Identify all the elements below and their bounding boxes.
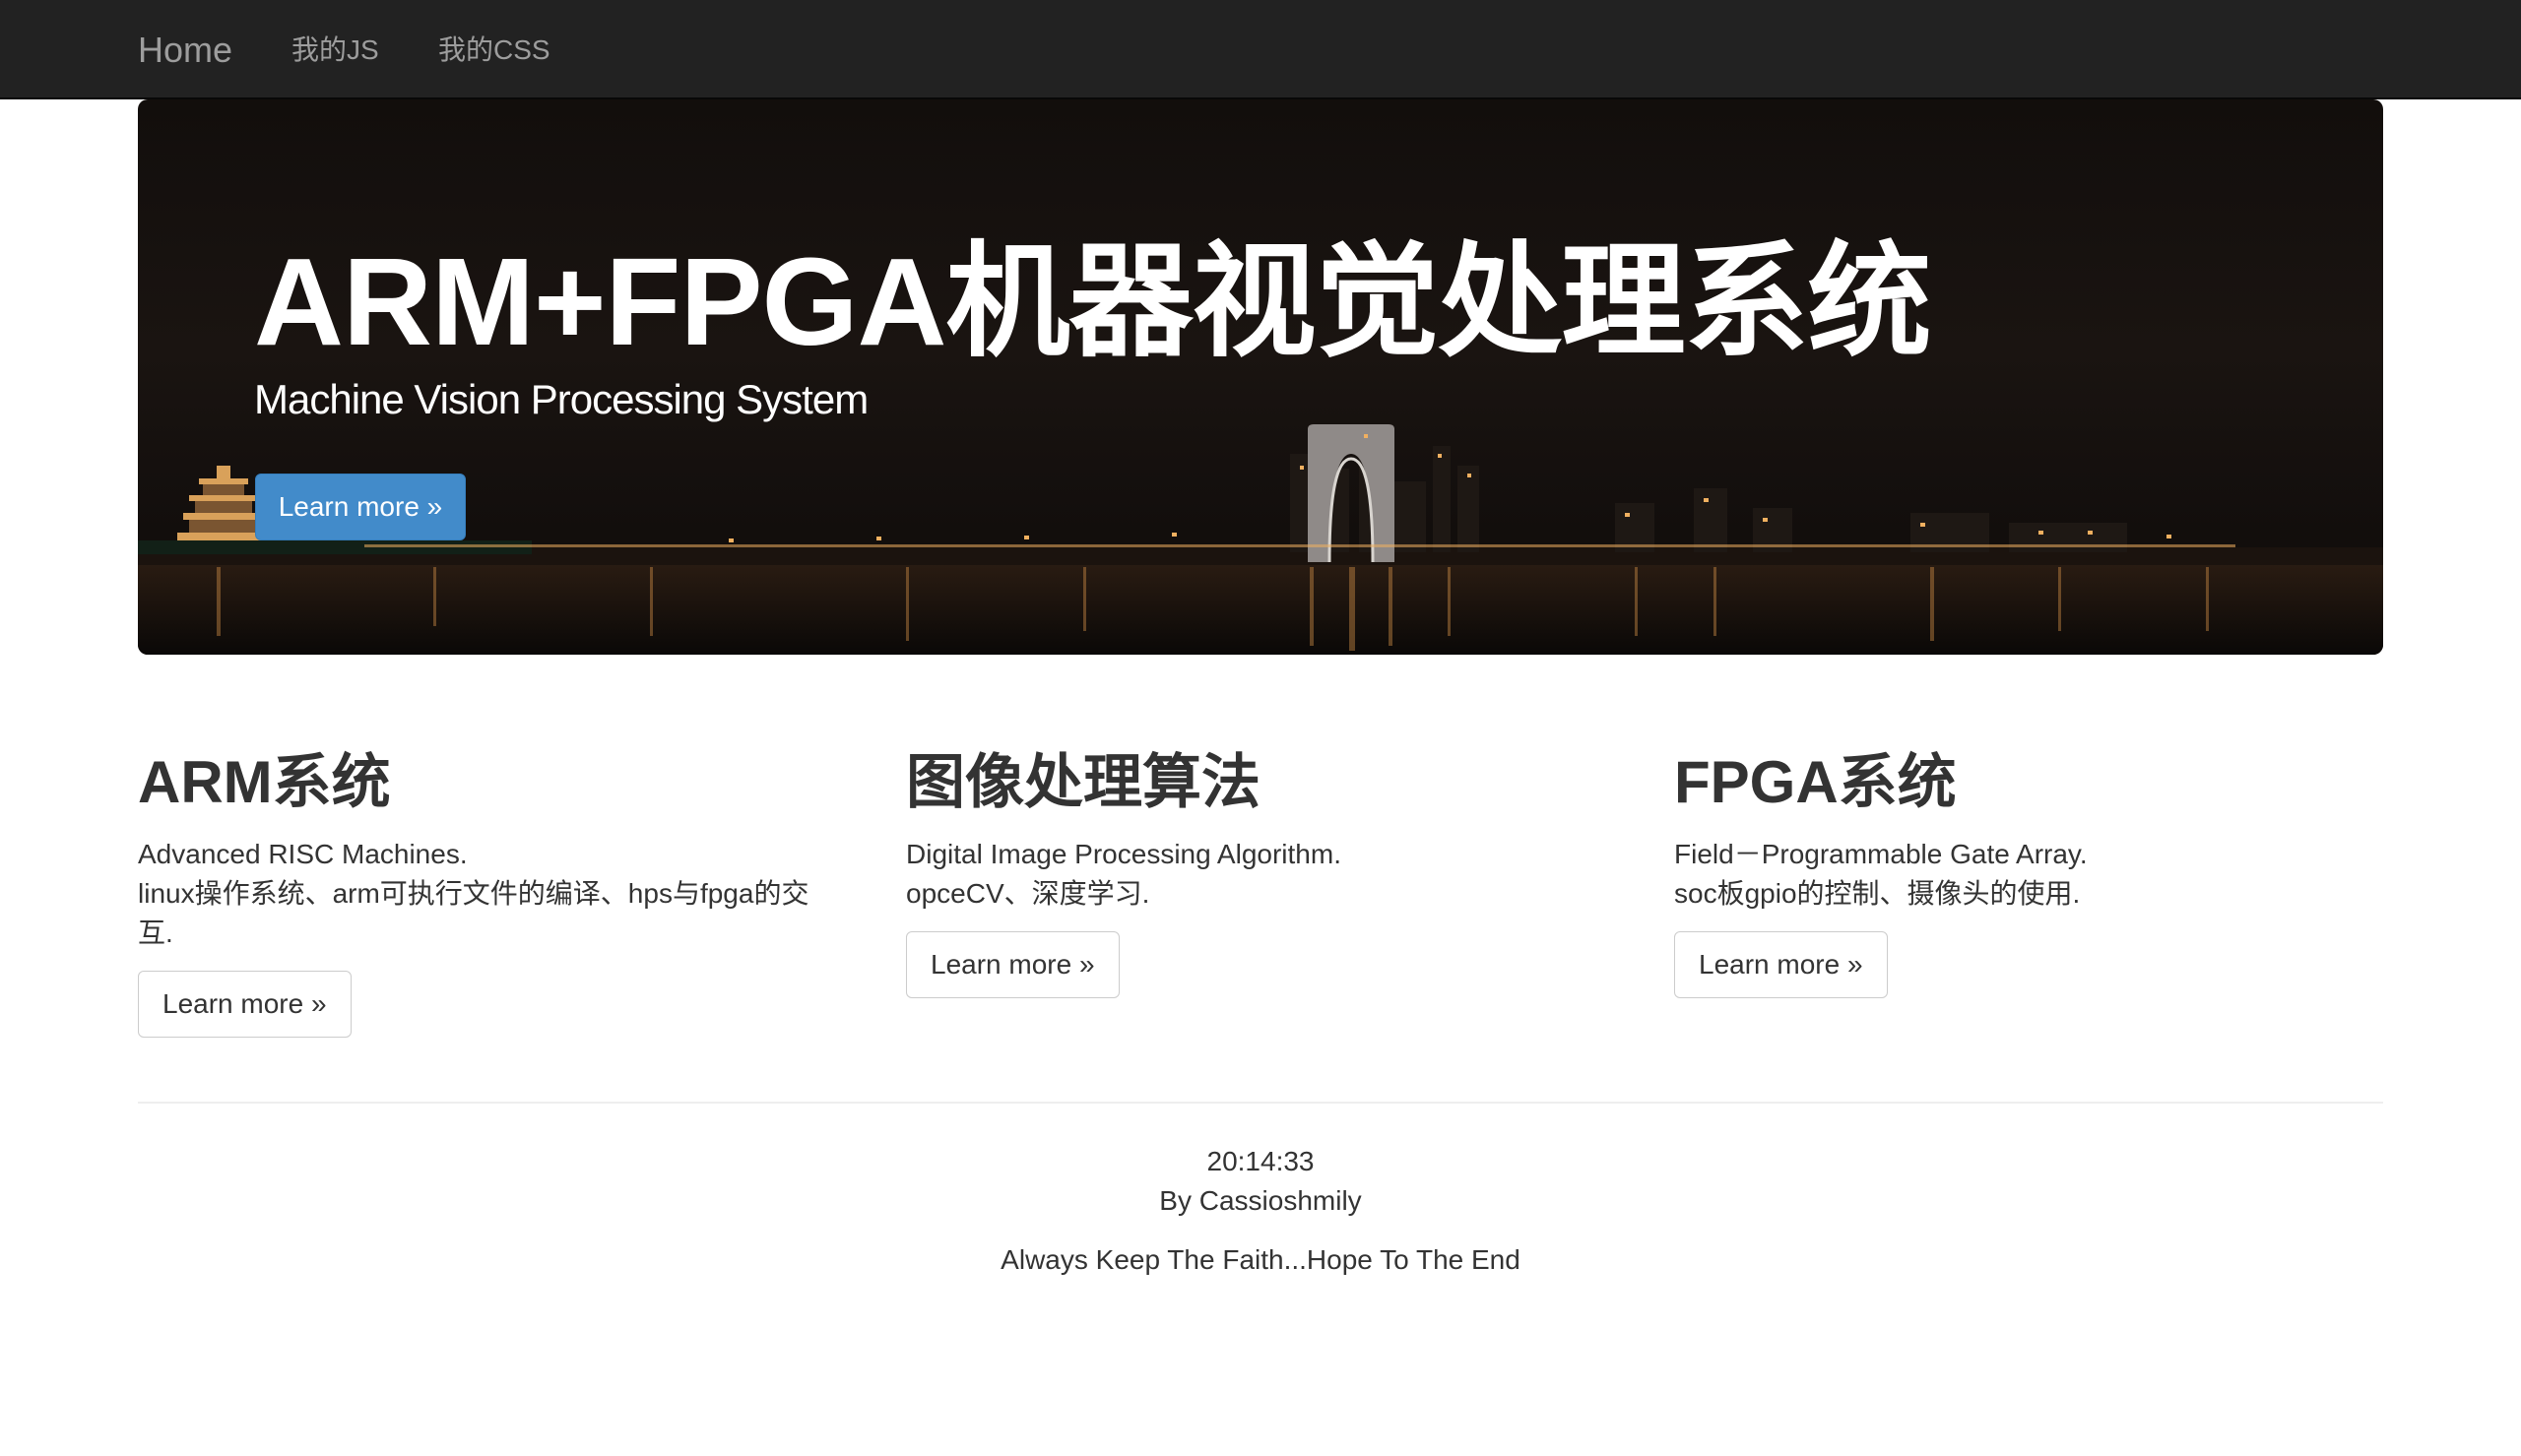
column-heading: FPGA系统 [1674,749,1957,815]
description-line: Field－Programmable Gate Array. [1674,839,2088,869]
column-heading: 图像处理算法 [906,749,1260,815]
description-line: linux操作系统、arm可执行文件的编译、hps与fpga的交互. [138,878,809,948]
description-line: soc板gpio的控制、摄像头的使用. [1674,878,2081,909]
description-line: Advanced RISC Machines. [138,839,468,869]
clock-time: 20:14:33 [1206,1146,1315,1176]
arm-system-column: ARM系统 Advanced RISC Machines. linux操作系统、… [138,740,847,1038]
nav-home-link[interactable]: Home [138,0,232,99]
column-description: Advanced RISC Machines. linux操作系统、arm可执行… [138,835,827,953]
image-processing-learn-more-button[interactable]: Learn more » [906,931,1120,998]
nav-my-js-link[interactable]: 我的JS [291,0,379,99]
image-processing-column: 图像处理算法 Digital Image Processing Algorith… [906,740,1615,998]
column-description: Field－Programmable Gate Array. soc板gpio的… [1674,835,2363,914]
description-line: Digital Image Processing Algorithm. [906,839,1341,869]
hero-title: ARM+FPGA机器视觉处理系统 [254,232,1932,371]
footer-motto: Always Keep The Faith...Hope To The End [1001,1244,1520,1275]
column-description: Digital Image Processing Algorithm. opce… [906,835,1595,914]
hero-subtitle: Machine Vision Processing System [254,376,869,422]
author-credit: By Cassioshmily [1159,1185,1362,1216]
nav-my-css-link[interactable]: 我的CSS [438,0,550,99]
fpga-system-column: FPGA系统 Field－Programmable Gate Array. so… [1674,740,2383,998]
arm-learn-more-button[interactable]: Learn more » [138,971,352,1038]
footer-divider [138,1102,2383,1104]
fpga-learn-more-button[interactable]: Learn more » [1674,931,1888,998]
column-heading: ARM系统 [138,749,391,815]
page-footer: 20:14:33 By Cassioshmily Always Keep The… [0,1142,2521,1280]
description-line: opceCV、深度学习. [906,878,1150,909]
hero-learn-more-button[interactable]: Learn more » [255,474,466,540]
top-navbar: Home 我的JS 我的CSS [0,0,2521,99]
hero-banner: ARM+FPGA机器视觉处理系统 Machine Vision Processi… [138,99,2383,655]
